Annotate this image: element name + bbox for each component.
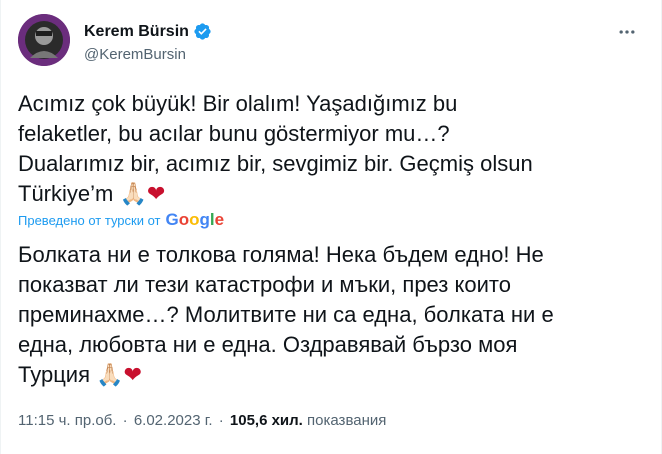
pray-emoji: 🙏🏻 [119,181,147,206]
original-line: Acımız çok büyük! Bir olalım! Yaşadığımı… [18,91,458,116]
heart-emoji: ❤ [146,181,166,206]
translated-line: една, любовта ни е една. Оздравявай бърз… [18,332,518,357]
tweet-translated-text: Болката ни е толкова голяма! Нека бъдем … [18,240,628,390]
author-handle[interactable]: @KeremBursin [84,46,212,63]
translated-line: Болката ни е толкова голяма! Нека бъдем … [18,242,544,267]
tweet-meta: 11:15 ч. пр.об. · 6.02.2023 г. · 105,6 х… [18,412,386,429]
translated-line: показват ли тези катастрофи и мъки, през… [18,272,511,297]
author-name[interactable]: Kerem Bürsin [84,23,189,41]
translated-by-note[interactable]: Преведено от турски от Google [18,210,224,230]
pray-emoji: 🙏🏻 [96,362,124,387]
tweet-original-text: Acımız çok büyük! Bir olalım! Yaşadığımı… [18,89,628,209]
translation-note: Преведено от турски от [18,212,161,228]
tweet-date[interactable]: 6.02.2023 г. [134,412,213,429]
avatar-image [18,14,70,66]
original-line: Dualarımız bir, acımız bir, sevgimiz bir… [18,151,533,176]
more-options-icon[interactable] [615,20,639,44]
original-line: felaketler, bu acılar bunu göstermiyor m… [18,121,450,146]
tweet-card: Kerem Bürsin @KeremBursin Acımız çok büy… [0,0,662,454]
author-block: Kerem Bürsin @KeremBursin [84,22,212,63]
translated-line: преминахме…? Молитвите ни са една, болка… [18,302,554,327]
google-logo: Google [165,210,225,229]
views-label: показвания [307,412,387,429]
heart-emoji: ❤ [123,362,142,387]
translated-line: Турция [18,362,90,387]
tweet-time[interactable]: 11:15 ч. пр.об. [18,412,116,429]
meta-separator: · [218,412,224,429]
original-line: Türkiye’m [18,181,114,206]
meta-separator: · [122,412,128,429]
author-avatar[interactable] [18,14,70,66]
views-count: 105,6 хил. [229,412,303,429]
verified-badge-icon [193,22,212,41]
